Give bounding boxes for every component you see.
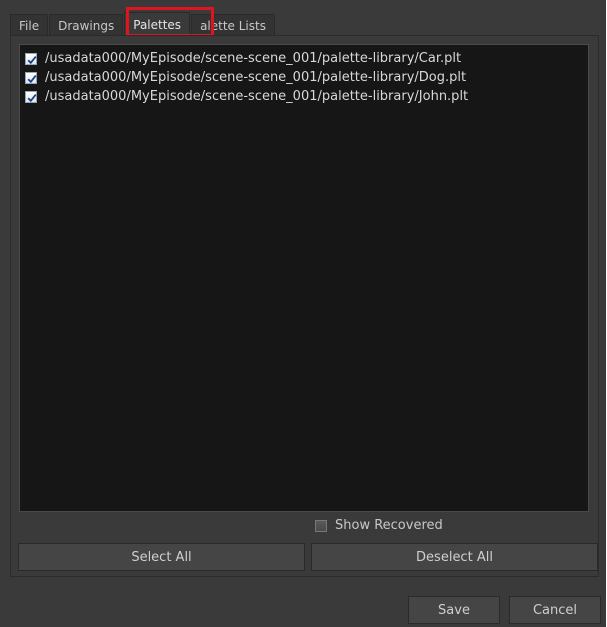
palette-path: /usadata000/MyEpisode/scene-scene_001/pa… [45,70,467,85]
tab-drawings[interactable]: Drawings [49,14,124,36]
palettes-panel: /usadata000/MyEpisode/scene-scene_001/pa… [10,35,599,577]
checkbox[interactable] [25,71,37,84]
list-item[interactable]: /usadata000/MyEpisode/scene-scene_001/pa… [20,68,588,87]
tab-palette-lists[interactable]: alette Lists [191,14,275,36]
save-button[interactable]: Save [408,596,500,624]
tab-file[interactable]: File [10,14,49,36]
save-dialog: File Drawings Palettes alette Lists /usa… [0,0,606,627]
list-item[interactable]: /usadata000/MyEpisode/scene-scene_001/pa… [20,87,588,106]
checkbox[interactable] [25,52,37,65]
tab-palettes[interactable]: Palettes [124,12,191,36]
palette-list[interactable]: /usadata000/MyEpisode/scene-scene_001/pa… [19,44,589,512]
select-all-button[interactable]: Select All [18,543,305,571]
checkmark-icon [27,74,37,83]
palette-path: /usadata000/MyEpisode/scene-scene_001/pa… [45,89,469,104]
checkbox[interactable] [25,90,37,103]
show-recovered-toggle[interactable]: Show Recovered [315,518,443,533]
cancel-button[interactable]: Cancel [509,596,601,624]
show-recovered-label: Show Recovered [335,518,443,533]
tab-bar: File Drawings Palettes alette Lists [10,12,276,36]
list-item[interactable]: /usadata000/MyEpisode/scene-scene_001/pa… [20,49,588,68]
deselect-all-button[interactable]: Deselect All [311,543,598,571]
checkmark-icon [27,55,37,64]
palette-path: /usadata000/MyEpisode/scene-scene_001/pa… [45,51,462,66]
checkmark-icon [27,93,37,102]
show-recovered-checkbox[interactable] [315,519,327,532]
